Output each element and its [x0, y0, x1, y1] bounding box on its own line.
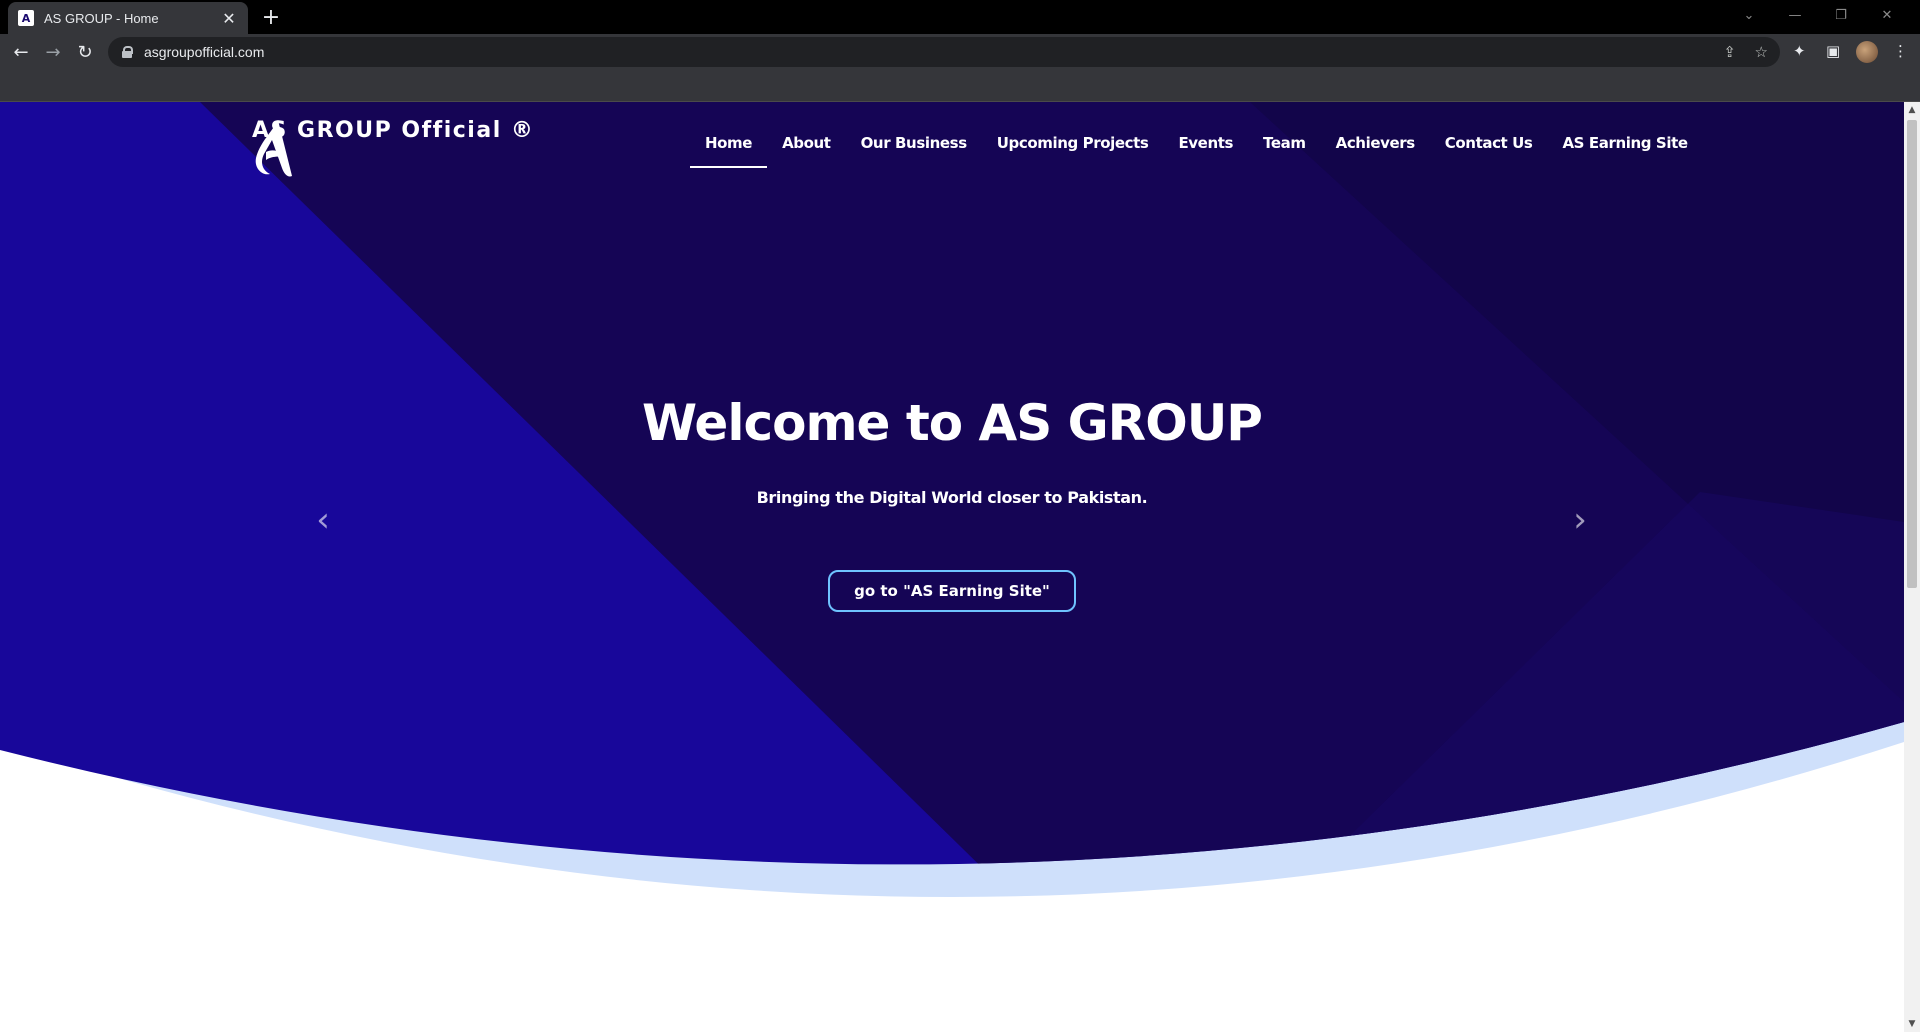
site-favicon-icon: A [18, 10, 34, 26]
browser-tab[interactable]: A AS GROUP - Home ✕ [8, 2, 248, 34]
nav-item-about[interactable]: About [767, 122, 846, 168]
tab-search-icon[interactable]: ⌄ [1726, 8, 1772, 23]
address-bar[interactable]: asgroupofficial.com ⇪ ☆ [108, 37, 1780, 67]
earning-site-button[interactable]: go to "AS Earning Site" [828, 570, 1076, 612]
hero-subtitle: Bringing the Digital World closer to Pak… [756, 488, 1148, 507]
tab-title: AS GROUP - Home [44, 10, 159, 26]
nav-item-achievers[interactable]: Achievers [1321, 122, 1430, 168]
hero-background [0, 102, 1904, 1032]
site-logo[interactable]: AS GROUP Official ® [252, 118, 534, 177]
nav-item-as-earning-site[interactable]: AS Earning Site [1547, 122, 1702, 168]
side-panel-icon[interactable]: ▣ [1826, 42, 1840, 60]
browser-tabstrip: A AS GROUP - Home ✕ + ⌄ — ❐ ✕ [0, 0, 1920, 34]
reload-icon[interactable]: ↻ [73, 40, 97, 64]
nav-item-upcoming-projects[interactable]: Upcoming Projects [982, 122, 1164, 168]
nav-item-contact-us[interactable]: Contact Us [1430, 122, 1548, 168]
logo-mark-icon [255, 120, 292, 177]
share-icon[interactable]: ⇪ [1723, 43, 1736, 61]
nav-item-our-business[interactable]: Our Business [846, 122, 982, 168]
nav-item-home[interactable]: Home [690, 122, 768, 168]
url-text[interactable]: asgroupofficial.com [144, 44, 264, 60]
forward-icon[interactable]: → [41, 40, 65, 64]
bookmarks-bar [0, 70, 1920, 102]
hero-section: AS GROUP Official ® Home About Our Busin… [0, 102, 1904, 1032]
scroll-down-icon[interactable]: ▼ [1904, 1016, 1920, 1032]
page-viewport: AS GROUP Official ® Home About Our Busin… [0, 102, 1904, 1032]
restore-button[interactable]: ❐ [1818, 8, 1864, 23]
lock-icon[interactable] [122, 46, 133, 58]
window-controls: ⌄ — ❐ ✕ [1726, 0, 1910, 30]
close-tab-icon[interactable]: ✕ [220, 9, 238, 28]
nav-item-team[interactable]: Team [1248, 122, 1321, 168]
extensions-icon[interactable]: ✦ [1793, 42, 1806, 60]
new-tab-button[interactable]: + [258, 4, 284, 30]
scroll-thumb[interactable] [1907, 120, 1917, 588]
close-window-button[interactable]: ✕ [1864, 8, 1910, 23]
nav-item-events[interactable]: Events [1163, 122, 1248, 168]
browser-toolbar: ← → ↻ asgroupofficial.com ⇪ ☆ ✦ ▣ ⋮ [0, 34, 1920, 70]
page-scrollbar[interactable]: ▲ ▼ [1904, 102, 1920, 1032]
minimize-button[interactable]: — [1772, 8, 1818, 23]
back-icon[interactable]: ← [9, 40, 33, 64]
hero-title: Welcome to AS GROUP [642, 394, 1263, 452]
profile-avatar[interactable] [1856, 41, 1878, 63]
scroll-up-icon[interactable]: ▲ [1904, 102, 1920, 118]
star-icon[interactable]: ☆ [1755, 43, 1768, 61]
menu-icon[interactable]: ⋮ [1893, 42, 1908, 60]
main-navigation: Home About Our Business Upcoming Project… [690, 122, 1703, 168]
